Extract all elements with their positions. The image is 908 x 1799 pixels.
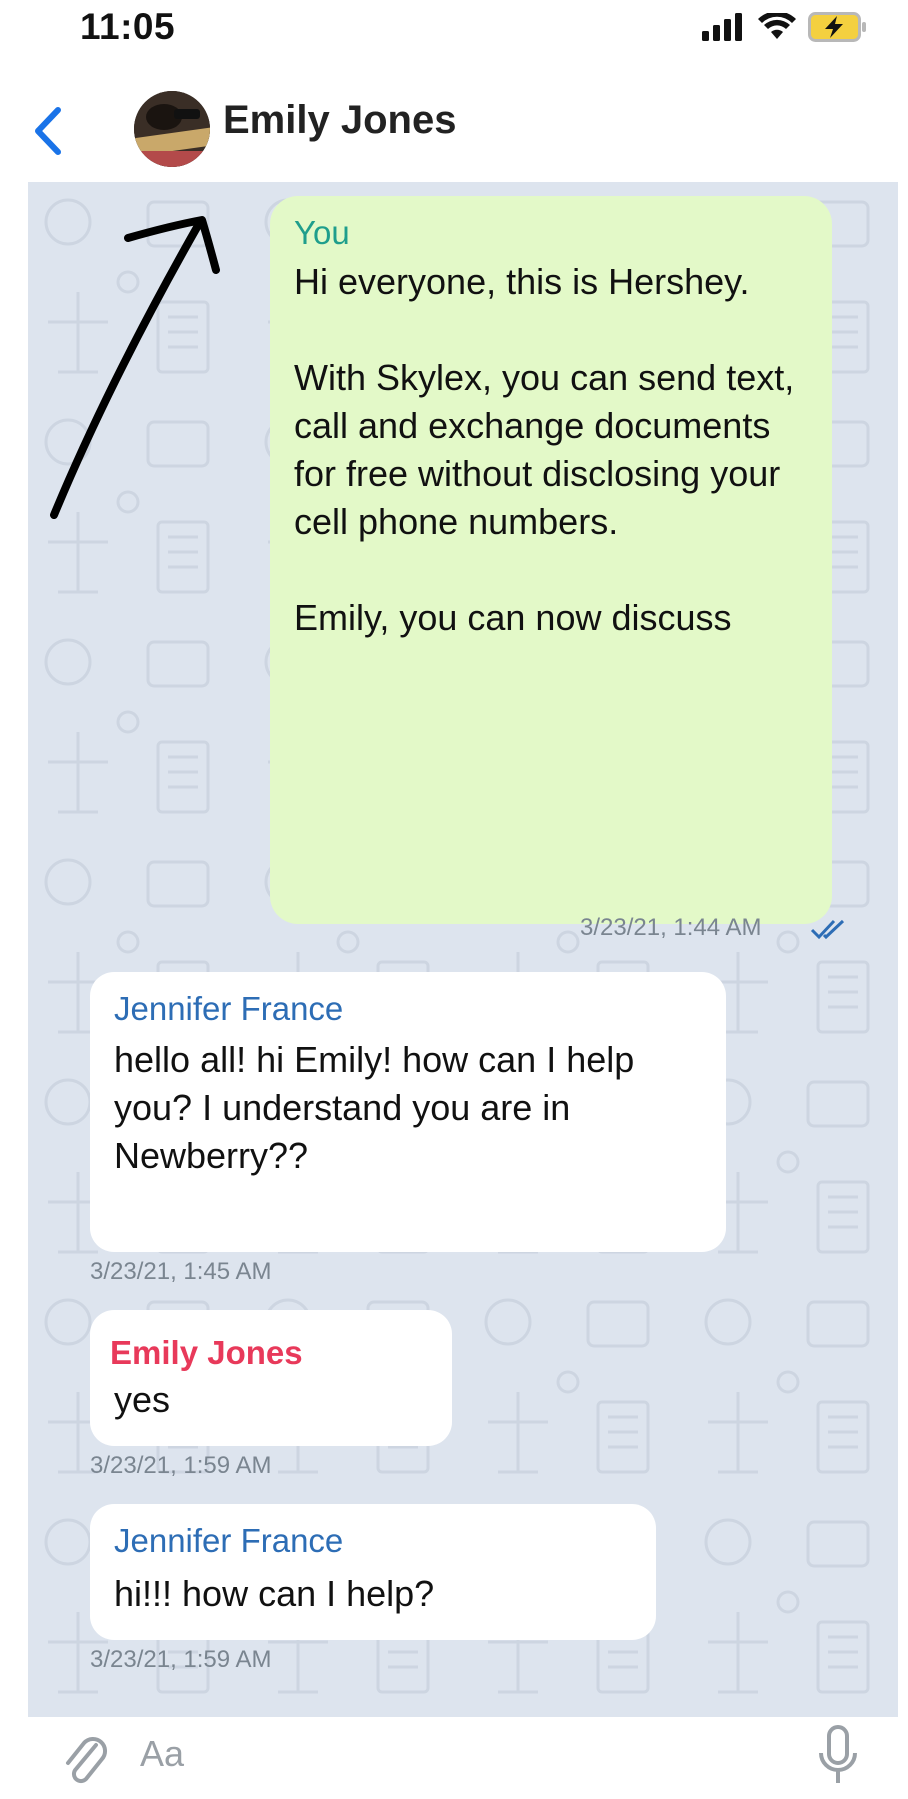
- signal-icon: [702, 13, 742, 41]
- chat-title[interactable]: Emily Jones: [223, 98, 456, 143]
- message-input[interactable]: Aa: [140, 1733, 184, 1775]
- message-text: hello all! hi Emily! how can I help you?…: [114, 1039, 635, 1176]
- message-sender: You: [294, 214, 350, 251]
- status-icons: [702, 12, 868, 42]
- message-sender: Emily Jones: [110, 1334, 303, 1371]
- message-bubble-outgoing[interactable]: You Hi everyone, this is Hershey. With S…: [270, 196, 832, 924]
- back-chevron-icon[interactable]: [28, 104, 68, 158]
- message-timestamp: 3/23/21, 1:59 AM: [90, 1452, 272, 1479]
- chat-header: Emily Jones: [0, 70, 908, 180]
- message-sender: Jennifer France: [114, 1522, 344, 1559]
- message-text: Hi everyone, this is Hershey. With Skyle…: [294, 261, 795, 638]
- message-text: hi!!! how can I help?: [114, 1573, 435, 1614]
- message-bubble-incoming[interactable]: Jennifer France hi!!! how can I help?: [90, 1504, 656, 1640]
- message-bubble-incoming[interactable]: Jennifer France hello all! hi Emily! how…: [90, 972, 726, 1252]
- microphone-icon[interactable]: [815, 1725, 861, 1789]
- status-bar: 11:05: [0, 0, 908, 70]
- annotation-arrow: [50, 216, 220, 519]
- gavel-avatar-image: [134, 91, 210, 167]
- message-timestamp: 3/23/21, 1:44 AM: [580, 914, 762, 941]
- status-time: 11:05: [80, 6, 176, 47]
- wifi-icon: [758, 13, 796, 39]
- message-text: yes: [114, 1379, 171, 1420]
- battery-charging-icon: [808, 12, 866, 42]
- avatar[interactable]: [134, 91, 210, 167]
- message-sender: Jennifer France: [114, 990, 344, 1027]
- message-timestamp: 3/23/21, 1:45 AM: [90, 1258, 272, 1285]
- message-bubble-incoming[interactable]: Emily Jones yes: [90, 1310, 452, 1446]
- read-receipt-icon: [810, 919, 845, 940]
- message-timestamp: 3/23/21, 1:59 AM: [90, 1646, 272, 1673]
- paperclip-icon[interactable]: [62, 1729, 108, 1787]
- message-input-bar: Aa: [0, 1717, 908, 1799]
